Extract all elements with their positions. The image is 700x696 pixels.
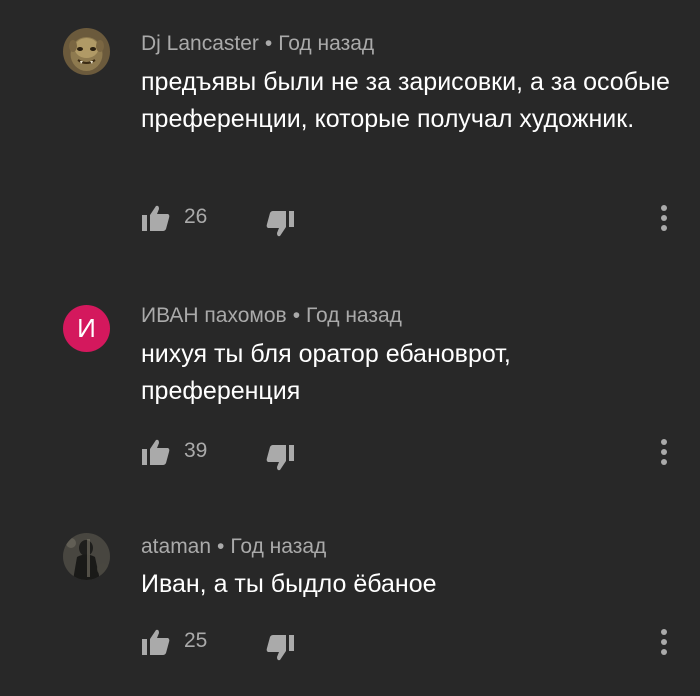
comment-text: предъявы были не за зарисовки, а за особ… <box>141 68 670 133</box>
thumb-up-icon[interactable] <box>141 438 171 466</box>
comment-text: Иван, а ты быдло ёбаное <box>141 570 437 598</box>
avatar[interactable] <box>63 533 110 580</box>
comment-actions: 25 <box>141 626 681 661</box>
author-name[interactable]: ataman <box>141 535 211 558</box>
author-name[interactable]: Dj Lancaster <box>141 32 259 55</box>
comment-time[interactable]: Год назад <box>230 535 326 558</box>
avatar-letter: И <box>77 313 96 343</box>
more-vert-icon[interactable] <box>657 436 671 468</box>
more-vert-icon[interactable] <box>657 202 671 234</box>
avatar[interactable] <box>63 28 110 75</box>
thumb-up-icon[interactable] <box>141 628 171 656</box>
thumb-up-icon[interactable] <box>141 204 171 232</box>
like-count: 26 <box>184 205 208 228</box>
comment-meta: ИВАН пахомов • Год назад <box>141 304 402 328</box>
avatar[interactable]: И <box>63 305 110 352</box>
meta-separator: • <box>292 304 301 327</box>
meta-separator: • <box>217 535 225 558</box>
like-count: 25 <box>184 629 208 652</box>
meta-separator: • <box>264 32 273 55</box>
comment-actions: 26 <box>141 202 681 237</box>
comment-time[interactable]: Год назад <box>278 32 374 55</box>
thumb-down-icon[interactable] <box>265 444 295 472</box>
more-vert-icon[interactable] <box>657 626 671 658</box>
comment-actions: 39 <box>141 436 681 471</box>
thumb-down-icon[interactable] <box>265 210 295 238</box>
ogre-avatar-icon <box>63 28 110 75</box>
comment-time[interactable]: Год назад <box>306 304 402 327</box>
author-name[interactable]: ИВАН пахомов <box>141 304 287 327</box>
dark-figure-avatar-icon <box>63 533 110 580</box>
comment-meta: Dj Lancaster • Год назад <box>141 32 374 56</box>
like-count: 39 <box>184 439 208 462</box>
comment-text: нихуя ты бля оратор ебановрот, преференц… <box>141 340 511 405</box>
thumb-down-icon[interactable] <box>265 634 295 662</box>
comment-meta: ataman • Год назад <box>141 535 326 559</box>
